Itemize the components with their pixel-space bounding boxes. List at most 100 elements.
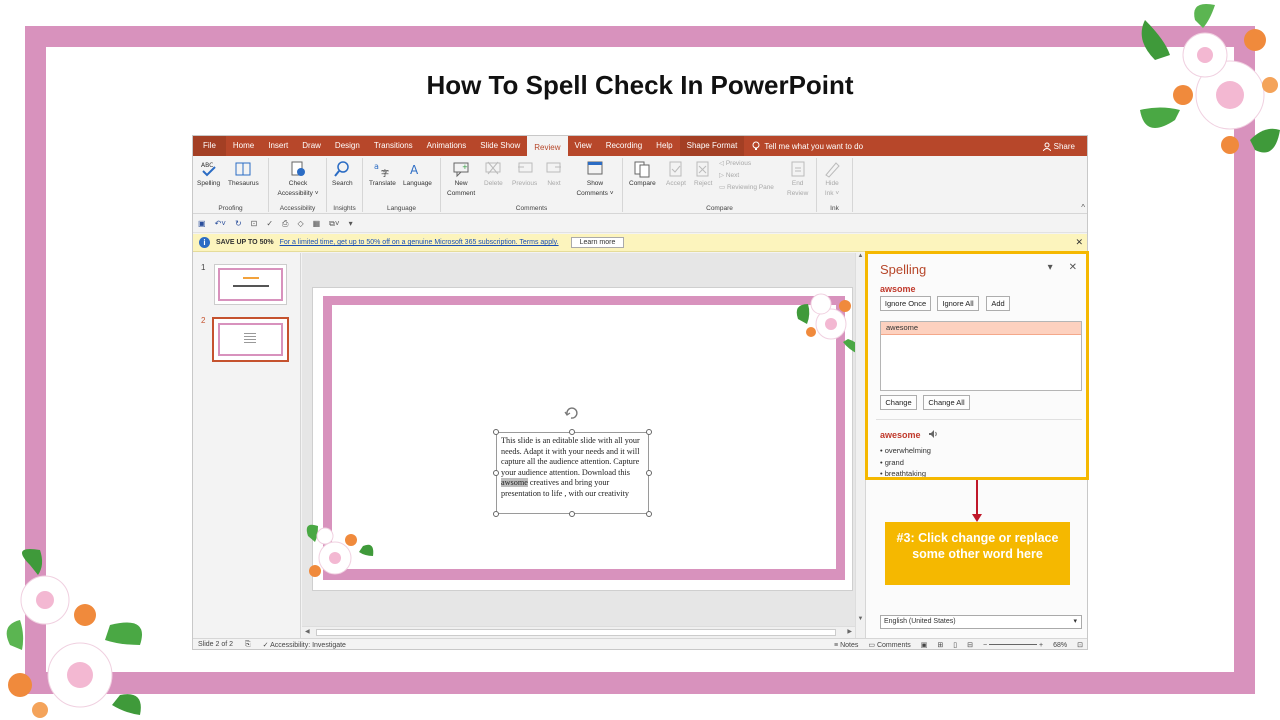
svg-text:+: + (462, 163, 468, 171)
resize-handle[interactable] (493, 470, 499, 476)
scroll-up-icon[interactable]: ▲ (856, 253, 865, 259)
slideshow-icon[interactable]: ⊟ (967, 641, 973, 649)
tab-shape-format[interactable]: Shape Format (679, 136, 745, 156)
proofing-status-icon[interactable]: ⎘ (245, 641, 251, 649)
resize-handle[interactable] (646, 470, 652, 476)
search-button[interactable]: Search (332, 160, 353, 189)
normal-view-icon[interactable]: ▣ (921, 641, 928, 649)
arrange-icon[interactable]: ⧉˅ (329, 219, 339, 229)
accessibility-status[interactable]: ✓ Accessibility: Investigate (263, 641, 346, 649)
group-label-proofing: Proofing (218, 205, 243, 212)
spelling-button[interactable]: ABC Spelling (197, 160, 220, 189)
zoom-level[interactable]: 68% (1053, 642, 1067, 649)
compare-button[interactable]: Compare (629, 160, 656, 189)
slide-thumbnails: 1 2 (193, 253, 301, 638)
tab-animations[interactable]: Animations (420, 136, 474, 156)
book-icon (235, 162, 251, 176)
customize-qat-icon[interactable]: ▾ (349, 219, 353, 228)
svg-text:A: A (410, 163, 419, 177)
print-icon[interactable]: ⎙ (282, 219, 288, 229)
translate-icon: a字 (374, 162, 389, 178)
group-ink: Hide Ink ˅ Ink (817, 158, 853, 212)
group-label-ink: Ink (830, 205, 839, 212)
share-button[interactable]: Share (1042, 142, 1075, 151)
group-language: a字 Translate A Language Language (363, 158, 441, 212)
end-review-button[interactable]: End Review (787, 160, 808, 199)
ribbon-review: ABC Spelling Thesaurus Proofing Check Acc… (193, 156, 1087, 214)
tab-review[interactable]: Review (527, 136, 568, 156)
translate-button[interactable]: a字 Translate (369, 160, 396, 189)
language-icon: A (410, 163, 419, 177)
rotate-handle-icon[interactable] (564, 406, 578, 420)
language-button[interactable]: A Language (403, 160, 432, 189)
next-change-button[interactable]: ▷ Next (719, 171, 739, 181)
scroll-down-icon[interactable]: ▼ (856, 616, 865, 622)
ink-icon (825, 162, 840, 178)
show-comments-button[interactable]: Show Comments ˅ (573, 160, 617, 199)
new-comment-button[interactable]: + New Comment (447, 160, 475, 199)
accept-button[interactable]: Accept (666, 160, 686, 189)
group-label-compare: Compare (706, 205, 733, 212)
resize-handle[interactable] (493, 429, 499, 435)
scroll-right-icon[interactable]: ▶ (847, 628, 852, 635)
thesaurus-button[interactable]: Thesaurus (228, 160, 259, 189)
check-accessibility-button[interactable]: Check Accessibility ˅ (273, 160, 323, 199)
message-link[interactable]: For a limited time, get up to 50% off on… (280, 239, 559, 246)
zoom-slider[interactable]: − + (983, 642, 1043, 649)
message-bold: SAVE UP TO 50% (216, 239, 274, 246)
horizontal-scrollbar[interactable]: ◀ ▶ (302, 626, 855, 638)
learn-more-button[interactable]: Learn more (570, 237, 625, 248)
page-title: How To Spell Check In PowerPoint (426, 70, 854, 100)
redo-icon[interactable]: ↻ (235, 219, 242, 228)
previous-change-button[interactable]: ◁ Previous (719, 159, 751, 169)
resize-handle[interactable] (646, 429, 652, 435)
tab-view[interactable]: View (568, 136, 599, 156)
notes-button[interactable]: ≡ Notes (834, 642, 858, 649)
hide-ink-button[interactable]: Hide Ink ˅ (823, 160, 841, 199)
slide-thumbnail-2[interactable] (212, 317, 289, 362)
tab-help[interactable]: Help (649, 136, 679, 156)
delete-comment-button[interactable]: Delete (484, 160, 503, 189)
vertical-scrollbar[interactable]: ▲ ▼ (855, 253, 865, 638)
resize-handle[interactable] (493, 511, 499, 517)
slide-canvas[interactable]: This slide is an editable slide with all… (306, 287, 860, 591)
slide-counter: Slide 2 of 2 (198, 641, 234, 648)
scroll-left-icon[interactable]: ◀ (305, 628, 310, 635)
instruction-callout: #3: Click change or replace some other w… (885, 522, 1070, 585)
reject-button[interactable]: Reject (694, 160, 712, 189)
save-icon[interactable]: ▣ (198, 219, 206, 228)
slide-sorter-icon[interactable]: ⊞ (937, 641, 943, 649)
tab-file[interactable]: File (193, 136, 226, 156)
fit-slide-icon[interactable]: ⊡ (1077, 641, 1083, 649)
reading-view-icon[interactable]: ▯ (953, 641, 957, 649)
comments-button[interactable]: ▭ Comments (868, 641, 910, 649)
layout-icon[interactable]: ▦ (313, 219, 321, 228)
group-insights: Search Insights (327, 158, 363, 212)
tab-recording[interactable]: Recording (599, 136, 649, 156)
tab-slide-show[interactable]: Slide Show (473, 136, 527, 156)
close-icon[interactable]: ✕ (1075, 237, 1083, 248)
slide-text-box[interactable]: This slide is an editable slide with all… (496, 432, 649, 514)
scroll-thumb[interactable] (316, 629, 836, 636)
previous-comment-button[interactable]: Previous (512, 160, 537, 189)
next-comment-button[interactable]: Next (545, 160, 563, 189)
tab-insert[interactable]: Insert (261, 136, 295, 156)
spelling-qat-icon[interactable]: ✓ (266, 219, 273, 228)
resize-handle[interactable] (569, 511, 575, 517)
undo-icon[interactable]: ↶˅ (215, 219, 226, 228)
tab-transitions[interactable]: Transitions (367, 136, 420, 156)
tab-design[interactable]: Design (328, 136, 367, 156)
group-label-language: Language (387, 205, 416, 212)
tab-draw[interactable]: Draw (295, 136, 328, 156)
slide-thumbnail-1[interactable] (214, 264, 287, 305)
tab-home[interactable]: Home (226, 136, 261, 156)
language-dropdown[interactable]: English (United States) ▾ (880, 615, 1082, 629)
resize-handle[interactable] (569, 429, 575, 435)
tell-me-search[interactable]: Tell me what you want to do (752, 141, 863, 151)
resize-handle[interactable] (646, 511, 652, 517)
collapse-ribbon-icon[interactable]: ^ (1081, 203, 1085, 212)
group-compare: Compare Accept Reject ◁ Previous ▷ Next … (623, 158, 817, 212)
present-icon[interactable]: ⊡ (251, 219, 258, 228)
shapes-icon[interactable]: ◇ (297, 219, 303, 228)
reviewing-pane-button[interactable]: ▭ Reviewing Pane (719, 183, 774, 193)
